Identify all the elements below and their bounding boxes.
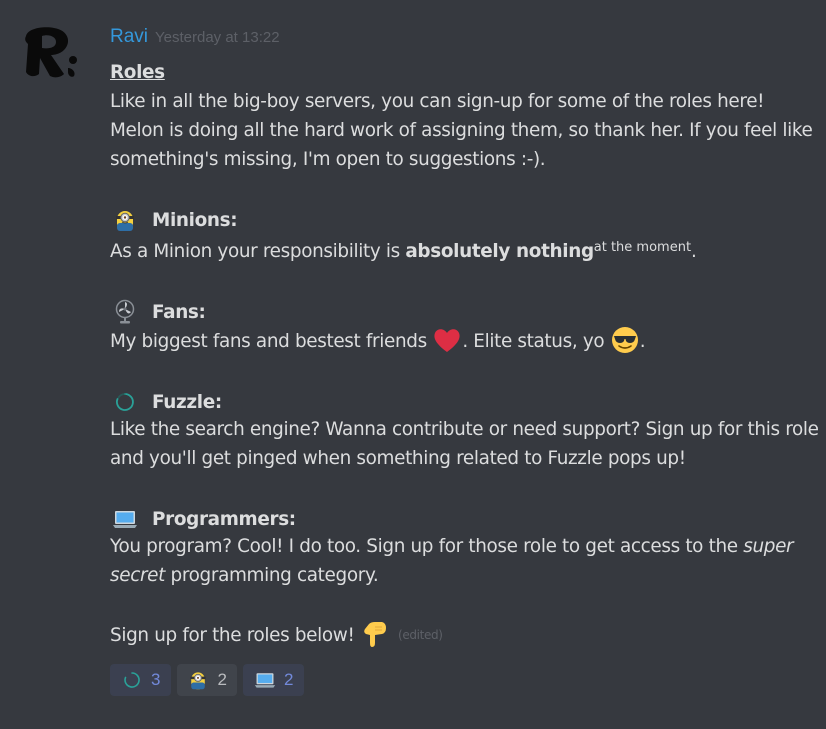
reaction-minion[interactable]: 2	[177, 664, 237, 696]
role-heading-fuzzle: Fuzzle:	[110, 385, 820, 419]
reactions-bar: 3 2 2	[110, 664, 820, 696]
role-desc-end: .	[639, 331, 646, 352]
role-desc-bold: absolutely nothing	[405, 241, 594, 262]
fuzzle-icon	[121, 669, 143, 691]
minion-icon	[112, 207, 138, 233]
role-desc-text: As a Minion your responsibility is	[110, 241, 406, 262]
chat-message: Ravi Yesterday at 13:22 Roles Like in al…	[0, 0, 826, 729]
fuzzle-icon	[112, 389, 138, 415]
minion-icon	[187, 669, 209, 691]
role-name: Fans:	[152, 301, 206, 323]
role-name: Minions:	[152, 209, 238, 231]
role-description-programmers: You program? Cool! I do too. Sign up for…	[110, 532, 820, 590]
message-header: Ravi Yesterday at 13:22	[110, 26, 820, 50]
role-heading-programmers: Programmers:	[110, 502, 820, 536]
laptop-icon	[254, 669, 276, 691]
intro-text: Like in all the big-boy servers, you can…	[110, 91, 813, 170]
edited-label: (edited)	[398, 628, 443, 642]
role-name: Programmers:	[152, 508, 296, 530]
role-heading-fans: Fans:	[110, 295, 820, 329]
outro-line: Sign up for the roles below! (edited)	[110, 619, 820, 650]
reaction-count: 3	[151, 670, 161, 689]
heart-icon	[432, 325, 462, 355]
role-description-fans: My biggest fans and bestest friends . El…	[110, 325, 820, 356]
point-down-icon	[360, 619, 390, 649]
role-desc-text: You program? Cool! I do too. Sign up for…	[110, 536, 744, 557]
reaction-laptop[interactable]: 2	[242, 664, 305, 696]
user-avatar[interactable]	[18, 22, 80, 84]
author-name[interactable]: Ravi	[110, 26, 148, 48]
role-desc-end: .	[691, 241, 697, 262]
role-desc-superscript: at the moment	[593, 240, 692, 255]
role-desc-end: programming category.	[165, 565, 379, 586]
laptop-icon	[112, 506, 138, 532]
sunglasses-smiley-icon	[610, 325, 640, 355]
outro-text: Sign up for the roles below!	[110, 625, 361, 646]
message-timestamp: Yesterday at 13:22	[155, 29, 280, 46]
role-heading-minions: Minions:	[110, 203, 820, 237]
role-description-minions: As a Minion your responsibility is absol…	[110, 233, 820, 266]
role-name: Fuzzle:	[152, 391, 222, 413]
message-content: Ravi Yesterday at 13:22 Roles Like in al…	[110, 26, 820, 696]
role-description-fuzzle: Like the search engine? Wanna contribute…	[110, 419, 819, 469]
role-desc-text-2: . Elite status, yo	[462, 331, 610, 352]
message-title: Roles	[110, 62, 165, 83]
reaction-count: 2	[283, 670, 294, 689]
reaction-fuzzle[interactable]: 3	[110, 664, 172, 696]
message-body: Roles Like in all the big-boy servers, y…	[110, 58, 820, 650]
fan-icon	[112, 299, 138, 325]
role-desc-text: My biggest fans and bestest friends	[110, 331, 433, 352]
reaction-count: 2	[217, 670, 227, 689]
